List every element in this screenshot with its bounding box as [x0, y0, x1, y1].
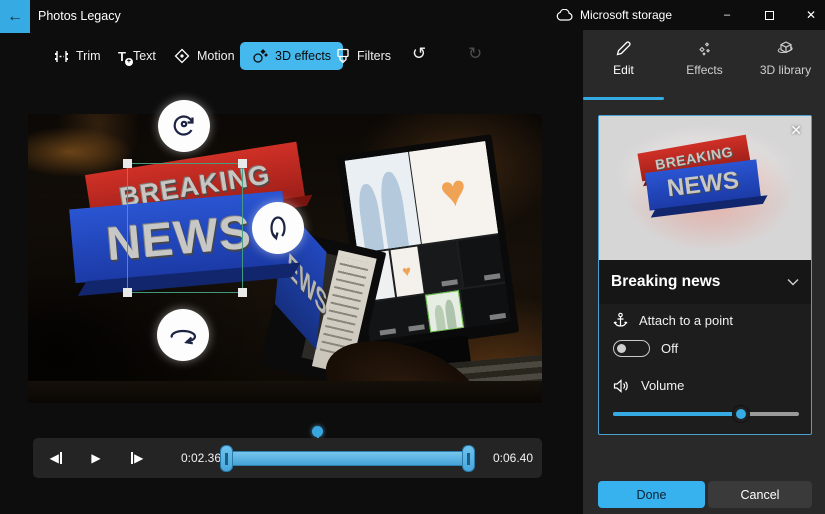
rotate-z-handle[interactable]: [158, 100, 210, 152]
rotate-x-handle[interactable]: [157, 309, 209, 361]
active-tab-indicator: [583, 97, 664, 100]
volume-label: Volume: [641, 378, 685, 393]
playback-bar: ◀ ▶ ▶ 0:02.36 0:06.40: [33, 438, 542, 478]
edit-panel: Edit Effects 3D library BREAKING NEWS ✕ …: [583, 30, 825, 514]
redo-button[interactable]: ↻: [468, 44, 482, 64]
anchor-icon: [613, 312, 628, 328]
volume-fill: [613, 412, 741, 416]
trim-track[interactable]: [220, 445, 475, 472]
back-button[interactable]: ←: [0, 0, 30, 33]
desk: [28, 381, 542, 403]
effect-selection-box[interactable]: [123, 159, 247, 297]
storage-label: Microsoft storage: [580, 8, 673, 22]
toolbar-text-button[interactable]: T + Text: [114, 42, 160, 70]
filters-icon: [336, 48, 350, 64]
back-arrow-icon: ←: [7, 7, 23, 25]
remove-effect-icon[interactable]: ✕: [790, 122, 802, 139]
resize-handle-top-right[interactable]: [238, 159, 247, 168]
volume-row: Volume: [613, 378, 684, 393]
previous-frame-button[interactable]: ◀: [41, 438, 71, 478]
tab-effects[interactable]: Effects: [664, 40, 745, 100]
total-time: 0:06.40: [492, 451, 534, 465]
maximize-button[interactable]: [752, 0, 786, 30]
3d-effects-icon: [252, 48, 268, 64]
rotate-x-icon: [170, 329, 197, 345]
toolbar-filters-button[interactable]: Filters: [332, 42, 395, 70]
photos-legacy-window: ← Photos Legacy Microsoft storage – ✕ Tr…: [0, 0, 825, 514]
undo-button[interactable]: ↺: [412, 44, 426, 64]
breaking-news-effect-card: BREAKING NEWS ✕ Breaking news Attach to …: [598, 115, 812, 435]
trim-icon: [54, 49, 69, 64]
resize-handle-bottom-left[interactable]: [123, 288, 132, 297]
play-icon: ▶: [91, 451, 101, 465]
toolbar-3d-effects-button[interactable]: 3D effects: [240, 42, 344, 70]
resize-handle-bottom-right[interactable]: [238, 288, 247, 297]
tab-effects-label: Effects: [686, 63, 723, 77]
redo-icon: ↻: [468, 44, 483, 63]
trim-start-handle[interactable]: [220, 445, 233, 472]
trim-end-handle[interactable]: [462, 445, 475, 472]
attach-toggle-state: Off: [661, 341, 679, 356]
maximize-icon: [764, 10, 774, 20]
rotate-y-handle[interactable]: [252, 202, 304, 254]
toolbar-motion-button[interactable]: Motion: [170, 42, 239, 70]
resize-handle-top-left[interactable]: [123, 159, 132, 168]
minimize-button[interactable]: –: [710, 0, 744, 30]
next-frame-button[interactable]: ▶: [122, 438, 152, 478]
text-icon: T +: [118, 48, 133, 66]
heart-graphic: ♥: [437, 165, 470, 218]
tab-edit[interactable]: Edit: [583, 40, 664, 100]
tab-3d-library[interactable]: 3D library: [745, 40, 825, 100]
rotate-z-icon: [173, 115, 194, 136]
toolbar-motion-label: Motion: [197, 49, 235, 63]
attach-to-point-row: Attach to a point: [613, 312, 733, 328]
app-title: Photos Legacy: [38, 9, 121, 23]
storage-status: Microsoft storage: [556, 8, 672, 22]
attach-toggle-row: Off: [613, 340, 678, 357]
previous-frame-icon: ◀: [49, 451, 59, 465]
cloud-icon: [556, 9, 573, 21]
close-icon: ✕: [805, 8, 817, 22]
speaker-icon: [613, 378, 630, 393]
toolbar-trim-button[interactable]: Trim: [50, 42, 105, 70]
close-button[interactable]: ✕: [794, 0, 825, 30]
done-button[interactable]: Done: [598, 481, 705, 508]
effect-thumbnail: BREAKING NEWS ✕: [599, 116, 811, 260]
chevron-down-icon: [787, 278, 799, 286]
toolbar-trim-label: Trim: [76, 49, 101, 63]
sparkles-icon: [696, 40, 713, 57]
toolbar-filters-label: Filters: [357, 49, 392, 63]
tab-edit-label: Edit: [613, 63, 634, 77]
motion-icon: [174, 48, 190, 64]
minimize-icon: –: [723, 9, 731, 21]
toolbar-3d-effects-label: 3D effects: [275, 49, 332, 63]
effect-title: Breaking news: [611, 273, 721, 290]
volume-slider[interactable]: [613, 406, 799, 422]
volume-thumb[interactable]: [733, 406, 749, 422]
rotate-y-icon: [270, 216, 286, 241]
pencil-icon: [615, 40, 632, 57]
attach-to-point-label: Attach to a point: [639, 312, 733, 328]
tab-3d-library-label: 3D library: [759, 63, 812, 77]
next-frame-icon: ▶: [134, 451, 144, 465]
cancel-button[interactable]: Cancel: [708, 481, 812, 508]
effect-card-header[interactable]: Breaking news: [599, 260, 811, 304]
toolbar-text-label: Text: [132, 49, 156, 63]
attach-toggle[interactable]: [613, 340, 650, 357]
cube-icon: [777, 40, 795, 57]
play-button[interactable]: ▶: [81, 438, 111, 478]
undo-icon: ↺: [412, 44, 427, 63]
